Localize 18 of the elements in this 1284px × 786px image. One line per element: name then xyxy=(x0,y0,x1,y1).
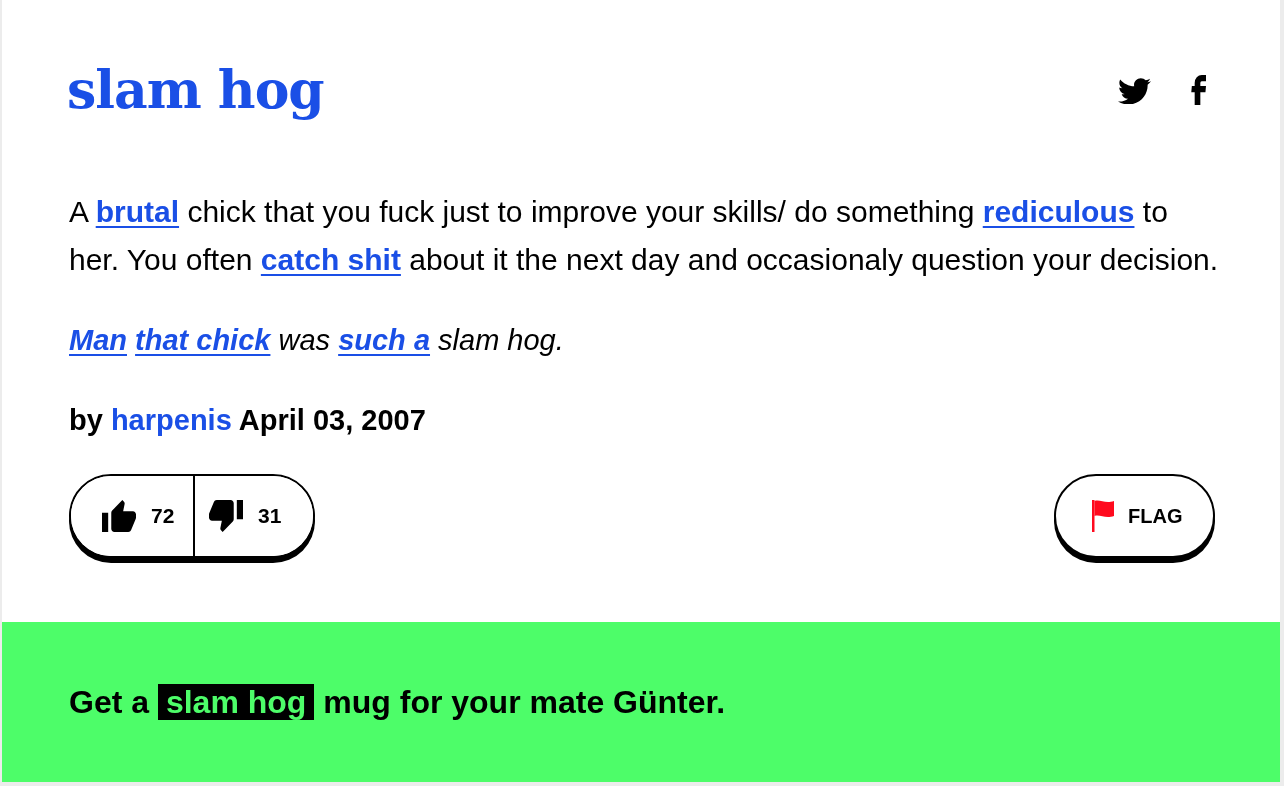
downvote-button[interactable]: 31 xyxy=(193,476,313,556)
facebook-icon[interactable] xyxy=(1191,75,1206,105)
twitter-icon[interactable] xyxy=(1118,76,1151,104)
thumbs-down-icon xyxy=(209,500,243,532)
term-link[interactable]: brutal xyxy=(95,195,180,228)
mug-promo-text[interactable]: Get a slam hog mug for your mate Günter. xyxy=(69,683,726,721)
byline-text: by harpenis April 03, 2007 xyxy=(69,403,427,438)
definition-text: A brutal chick that you fuck just to improve your skills/ do something rediculous to her. You often catch shit about it the next day and occasionaly question your decision. xyxy=(69,194,1220,278)
example-text: Man that chick was such a slam hog. xyxy=(69,323,565,358)
term-link[interactable]: catch shit xyxy=(260,243,401,276)
term-link[interactable]: such a xyxy=(338,324,430,356)
term-link[interactable]: rediculous xyxy=(982,195,1135,228)
author-link[interactable]: harpenis xyxy=(110,404,232,436)
term-link[interactable]: Man xyxy=(69,324,127,356)
word-title[interactable]: slam hog xyxy=(67,52,324,128)
flag-icon xyxy=(1092,500,1114,532)
term-link[interactable]: that chick xyxy=(135,324,271,356)
thumbs-up-icon xyxy=(102,500,136,532)
